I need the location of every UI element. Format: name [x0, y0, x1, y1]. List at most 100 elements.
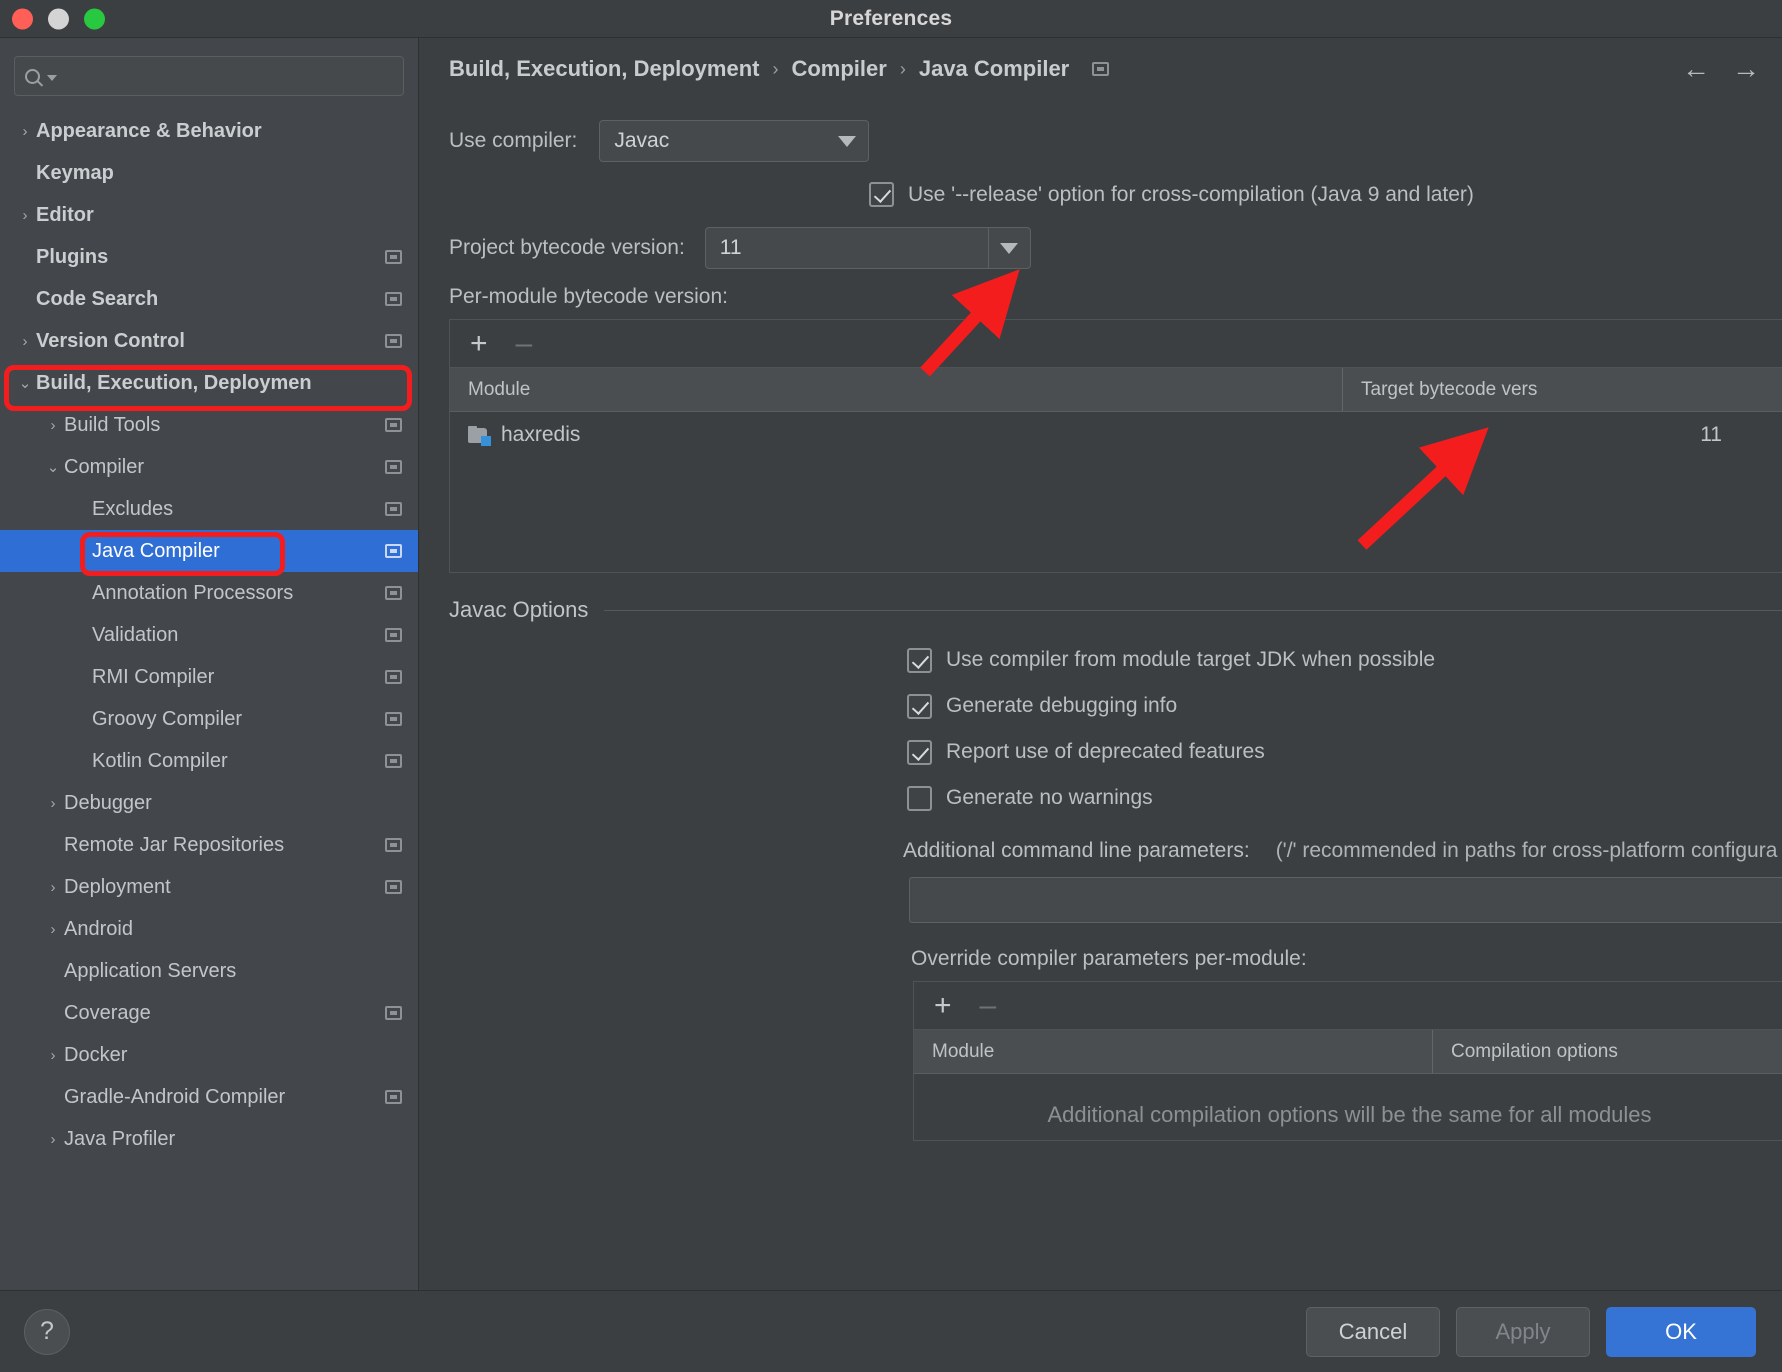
breadcrumb-part-1[interactable]: Compiler: [791, 56, 886, 82]
chevron-right-icon[interactable]: ›: [14, 124, 36, 139]
sidebar-item-docker[interactable]: › Docker: [0, 1034, 418, 1076]
settings-tree[interactable]: ›Appearance & Behavior›Keymap›Editor›Plu…: [0, 106, 418, 1290]
sidebar-item-label: Code Search: [36, 287, 159, 310]
chevron-down-icon: [47, 75, 57, 81]
breadcrumb-part-2[interactable]: Java Compiler: [919, 56, 1069, 82]
sidebar-item-coverage[interactable]: ›Coverage: [0, 992, 418, 1034]
back-arrow-icon[interactable]: ←: [1682, 55, 1710, 83]
sidebar-item-validation[interactable]: ›Validation: [0, 614, 418, 656]
sidebar-item-java-profiler[interactable]: › Java Profiler: [0, 1118, 418, 1160]
chevron-right-icon[interactable]: ›: [42, 418, 64, 433]
column-header-target-bytecode[interactable]: Target bytecode vers: [1342, 368, 1782, 411]
sidebar-item-groovy-compiler[interactable]: ›Groovy Compiler: [0, 698, 418, 740]
project-bytecode-dropdown[interactable]: 11: [704, 227, 1031, 269]
chevron-right-icon[interactable]: ›: [42, 880, 64, 895]
sidebar-item-remote-jar-repositories[interactable]: ›Remote Jar Repositories: [0, 824, 418, 866]
use-compiler-dropdown[interactable]: Javac: [599, 120, 870, 162]
sidebar-item-application-servers[interactable]: ›Application Servers: [0, 950, 418, 992]
remove-override-button[interactable]: –: [980, 990, 997, 1021]
add-override-button[interactable]: +: [934, 990, 952, 1021]
javac-option-row[interactable]: Report use of deprecated features: [419, 729, 1782, 775]
search-box[interactable]: [14, 56, 404, 96]
sidebar-item-android[interactable]: › Android: [0, 908, 418, 950]
project-scope-icon[interactable]: [385, 1090, 402, 1104]
table-row[interactable]: haxredis 11: [450, 412, 1782, 458]
sidebar-item-annotation-processors[interactable]: ›Annotation Processors: [0, 572, 418, 614]
remove-module-button[interactable]: –: [516, 328, 533, 359]
add-module-button[interactable]: +: [470, 328, 488, 359]
breadcrumb-part-0[interactable]: Build, Execution, Deployment: [449, 56, 759, 82]
chevron-right-icon[interactable]: ›: [42, 1132, 64, 1147]
cancel-button[interactable]: Cancel: [1306, 1306, 1440, 1357]
sidebar-item-build-tools[interactable]: › Build Tools: [0, 404, 418, 446]
sidebar-item-label: Coverage: [64, 1001, 151, 1024]
sidebar-item-appearance-behavior[interactable]: › Appearance & Behavior: [0, 110, 418, 152]
project-scope-icon[interactable]: [385, 754, 402, 768]
project-scope-icon[interactable]: [385, 712, 402, 726]
zoom-window-icon[interactable]: [84, 8, 105, 29]
chevron-right-icon[interactable]: ›: [14, 208, 36, 223]
sidebar-item-gradle-android-compiler[interactable]: ›Gradle-Android Compiler: [0, 1076, 418, 1118]
javac-option-row[interactable]: Use compiler from module target JDK when…: [419, 637, 1782, 683]
javac-option-checkbox[interactable]: [907, 785, 932, 811]
javac-option-row[interactable]: Generate no warnings: [419, 775, 1782, 821]
project-scope-icon[interactable]: [385, 586, 402, 600]
sidebar-item-keymap[interactable]: ›Keymap: [0, 152, 418, 194]
javac-option-checkbox[interactable]: [907, 647, 932, 673]
release-option-row[interactable]: Use '--release' option for cross-compila…: [419, 182, 1782, 207]
project-scope-icon[interactable]: [385, 250, 402, 264]
sidebar-item-label: RMI Compiler: [92, 665, 215, 688]
close-window-icon[interactable]: [12, 8, 33, 29]
javac-options-section-header: Javac Options: [419, 597, 1782, 623]
sidebar-item-java-compiler[interactable]: ›Java Compiler: [0, 530, 418, 572]
chevron-right-icon[interactable]: ›: [42, 922, 64, 937]
project-scope-icon[interactable]: [1092, 62, 1110, 76]
project-scope-icon[interactable]: [385, 628, 402, 642]
project-scope-icon[interactable]: [385, 544, 402, 558]
chevron-right-icon[interactable]: ›: [42, 796, 64, 811]
cell-target-bytecode[interactable]: 11: [1342, 412, 1782, 458]
help-button[interactable]: ?: [24, 1308, 70, 1355]
project-scope-icon[interactable]: [385, 670, 402, 684]
release-option-checkbox[interactable]: [869, 182, 894, 207]
project-scope-icon[interactable]: [385, 880, 402, 894]
javac-option-label: Generate no warnings: [946, 786, 1153, 809]
search-input[interactable]: [61, 67, 393, 85]
override-column-header-module[interactable]: Module: [914, 1030, 1432, 1073]
chevron-down-icon[interactable]: ⌄: [42, 460, 64, 475]
sidebar-item-build-execution-deploymen[interactable]: ⌄ Build, Execution, Deploymen: [0, 362, 418, 404]
chevron-right-icon[interactable]: ›: [42, 1048, 64, 1063]
javac-option-row[interactable]: Generate debugging info: [419, 683, 1782, 729]
project-scope-icon[interactable]: [385, 418, 402, 432]
project-scope-icon[interactable]: [385, 838, 402, 852]
sidebar-item-editor[interactable]: › Editor: [0, 194, 418, 236]
column-header-module[interactable]: Module: [450, 368, 1342, 411]
forward-arrow-icon[interactable]: →: [1732, 55, 1760, 83]
ok-button[interactable]: OK: [1606, 1306, 1756, 1357]
javac-option-checkbox[interactable]: [907, 693, 932, 719]
module-folder-icon: [468, 426, 491, 446]
sidebar-item-compiler[interactable]: ⌄ Compiler: [0, 446, 418, 488]
project-scope-icon[interactable]: [385, 292, 402, 306]
sidebar-item-plugins[interactable]: ›Plugins: [0, 236, 418, 278]
window-controls[interactable]: [12, 8, 105, 29]
minimize-window-icon[interactable]: [48, 8, 69, 29]
chevron-down-icon[interactable]: ⌄: [14, 376, 36, 391]
sidebar-item-debugger[interactable]: › Debugger: [0, 782, 418, 824]
project-scope-icon[interactable]: [385, 1006, 402, 1020]
project-scope-icon[interactable]: [385, 460, 402, 474]
additional-params-input[interactable]: [909, 877, 1782, 923]
chevron-right-icon[interactable]: ›: [14, 334, 36, 349]
apply-button[interactable]: Apply: [1456, 1306, 1590, 1357]
sidebar-item-code-search[interactable]: ›Code Search: [0, 278, 418, 320]
sidebar-item-excludes[interactable]: ›Excludes: [0, 488, 418, 530]
sidebar-item-kotlin-compiler[interactable]: ›Kotlin Compiler: [0, 740, 418, 782]
sidebar-item-rmi-compiler[interactable]: ›RMI Compiler: [0, 656, 418, 698]
project-scope-icon[interactable]: [385, 334, 402, 348]
javac-option-checkbox[interactable]: [907, 739, 932, 765]
override-column-header-compilation-options[interactable]: Compilation options: [1432, 1030, 1782, 1073]
sidebar-item-version-control[interactable]: › Version Control: [0, 320, 418, 362]
sidebar-item-deployment[interactable]: › Deployment: [0, 866, 418, 908]
sidebar-item-label: Java Profiler: [64, 1127, 176, 1150]
project-scope-icon[interactable]: [385, 502, 402, 516]
